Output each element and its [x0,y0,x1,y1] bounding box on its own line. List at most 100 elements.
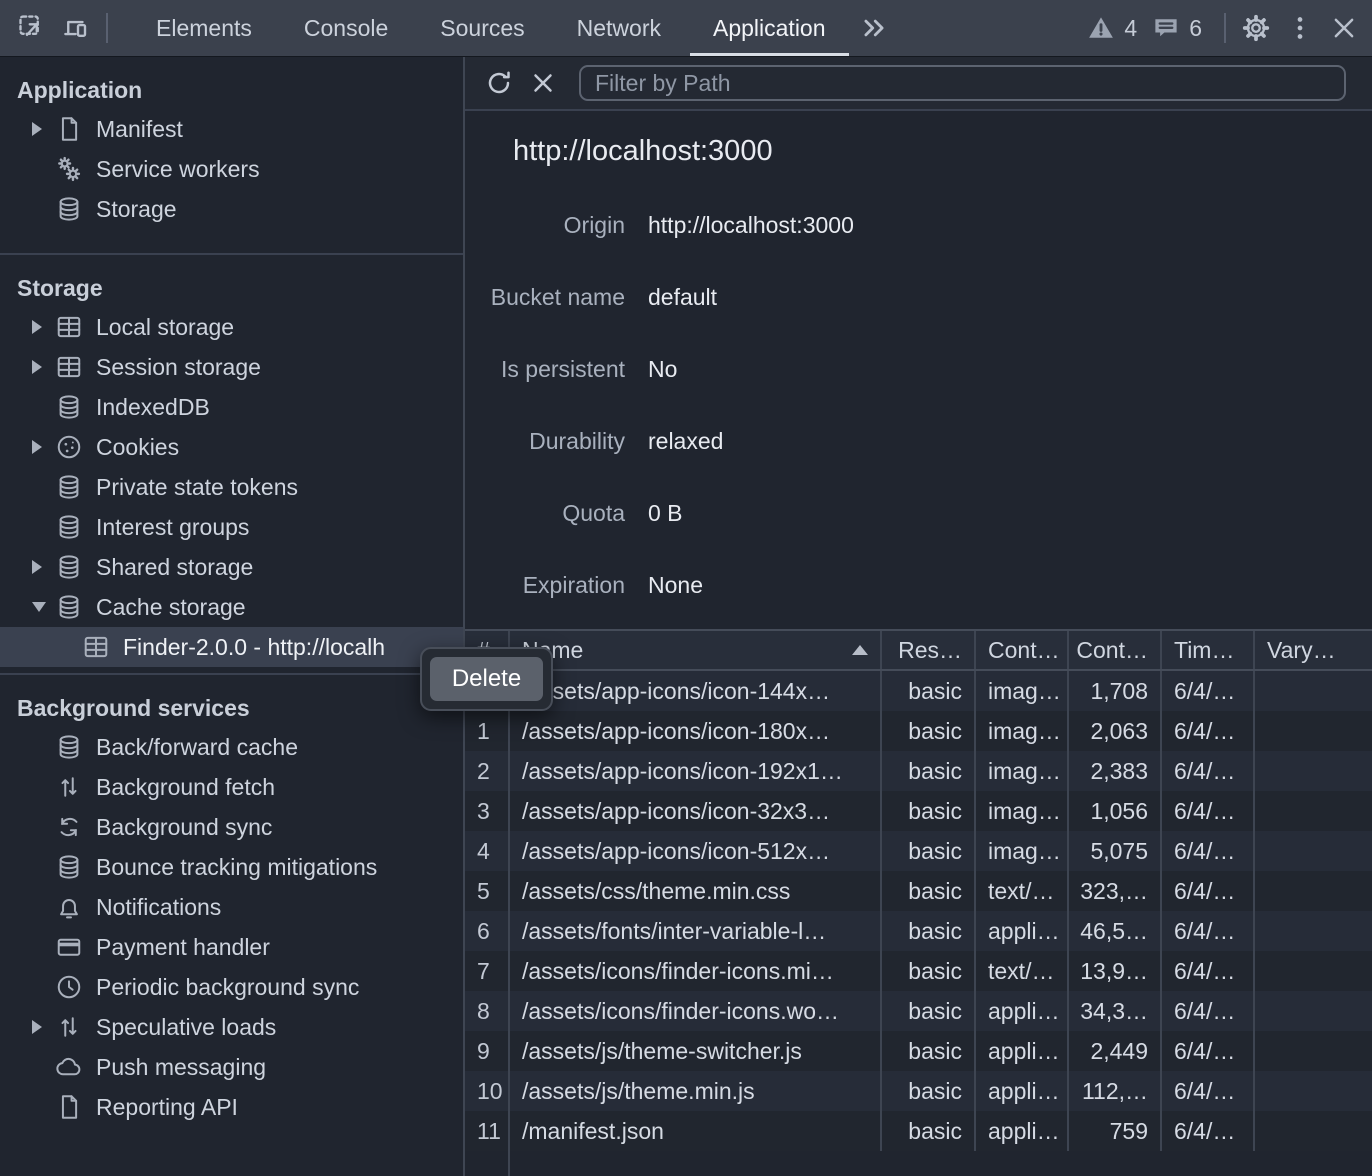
cell-res: basic [882,991,976,1031]
cache-entry-row-11[interactable]: 11/manifest.jsonbasicappli…7596/4/… [465,1111,1372,1151]
tab-network[interactable]: Network [551,0,687,56]
tab-application[interactable]: Application [687,0,852,56]
sidebar-item-periodic-background-sync[interactable]: Periodic background sync [0,967,463,1007]
expander-slot [32,602,55,612]
sidebar-item-manifest[interactable]: Manifest [0,109,463,149]
cache-entry-row-6[interactable]: 6/assets/fonts/inter-variable-l…basicapp… [465,911,1372,951]
sidebar-item-local-storage[interactable]: Local storage [0,307,463,347]
column-header-label: Cont… [1076,637,1148,664]
meta-value: None [648,572,703,599]
cell-vary [1255,791,1372,831]
cell-name: /assets/app-icons/icon-32x3… [510,791,882,831]
settings-button[interactable] [1234,4,1278,52]
meta-label: Bucket name [465,284,625,311]
cell-vary [1255,1071,1372,1111]
sidebar-item-session-storage[interactable]: Session storage [0,347,463,387]
cell-num: 4 [465,831,510,871]
tab-console[interactable]: Console [278,0,414,56]
context-menu-item-delete[interactable]: Delete [430,657,543,701]
cloud-icon [55,1053,83,1081]
clock-icon [55,973,83,1001]
cache-entry-row-5[interactable]: 5/assets/css/theme.min.cssbasictext/…323… [465,871,1372,911]
meta-value: No [648,356,677,383]
cell-res: basic [882,831,976,871]
expander-right-icon[interactable] [32,560,42,574]
sidebar-item-interest-groups[interactable]: Interest groups [0,507,463,547]
sidebar-item-push-messaging[interactable]: Push messaging [0,1047,463,1087]
cache-entry-row-0[interactable]: 0/assets/app-icons/icon-144x…basicimag…1… [465,671,1372,711]
expander-slot [32,320,55,334]
filter-by-path-input[interactable] [579,65,1346,101]
cache-entry-row-1[interactable]: 1/assets/app-icons/icon-180x…basicimag…2… [465,711,1372,751]
sidebar-item-background-sync[interactable]: Background sync [0,807,463,847]
cell-vary [1255,871,1372,911]
sync-icon [55,813,83,841]
origin-title: http://localhost:3000 [513,135,773,168]
expander-down-icon[interactable] [32,602,46,612]
more-tabs-button[interactable] [852,4,896,52]
column-header-name[interactable]: Name [510,631,882,669]
cell-name: /assets/fonts/inter-variable-l… [510,911,882,951]
refresh-button[interactable] [477,61,521,105]
expander-right-icon[interactable] [32,360,42,374]
cache-entry-row-10[interactable]: 10/assets/js/theme.min.jsbasicappli…112,… [465,1071,1372,1111]
sort-ascending-icon [852,645,868,655]
column-header-cont[interactable]: Cont… [1069,631,1162,669]
warnings-badge[interactable]: 4 [1086,13,1151,43]
cell-res: basic [882,671,976,711]
cache-entry-row-4[interactable]: 4/assets/app-icons/icon-512x…basicimag…5… [465,831,1372,871]
sidebar-item-finder-2-0-0-http-localh[interactable]: Finder-2.0.0 - http://localh [0,627,463,667]
tabbar-right-cluster: 4 6 [1086,4,1372,52]
cell-type: imag… [976,711,1069,751]
sidebar-item-reporting-api[interactable]: Reporting API [0,1087,463,1127]
inspect-icon [17,13,47,43]
sidebar-item-cookies[interactable]: Cookies [0,427,463,467]
cell-vary [1255,751,1372,791]
sidebar-item-cache-storage[interactable]: Cache storage [0,587,463,627]
cache-entry-row-8[interactable]: 8/assets/icons/finder-icons.wo…basicappl… [465,991,1372,1031]
sidebar-item-service-workers[interactable]: Service workers [0,149,463,189]
expander-right-icon[interactable] [32,1020,42,1034]
cell-num: 5 [465,871,510,911]
sidebar-item-label: Local storage [96,314,234,341]
cell-res: basic [882,871,976,911]
cache-entry-row-3[interactable]: 3/assets/app-icons/icon-32x3…basicimag…1… [465,791,1372,831]
cell-len: 323,… [1069,871,1162,911]
tab-elements[interactable]: Elements [130,0,278,56]
close-devtools-button[interactable] [1322,4,1366,52]
sidebar-item-shared-storage[interactable]: Shared storage [0,547,463,587]
console-messages-badge[interactable]: 6 [1151,13,1216,43]
sidebar-item-payment-handler[interactable]: Payment handler [0,927,463,967]
sidebar-item-background-fetch[interactable]: Background fetch [0,767,463,807]
sidebar-item-label: Interest groups [96,514,249,541]
column-header-tim[interactable]: Tim… [1162,631,1255,669]
expander-right-icon[interactable] [32,320,42,334]
cache-entry-row-9[interactable]: 9/assets/js/theme-switcher.jsbasicappli…… [465,1031,1372,1071]
column-header-cont[interactable]: Cont… [976,631,1069,669]
cell-len: 2,449 [1069,1031,1162,1071]
toolbar-divider [106,13,108,43]
sidebar-item-storage[interactable]: Storage [0,189,463,229]
clear-filter-button[interactable] [521,61,565,105]
origin-metadata: Originhttp://localhost:3000Bucket namede… [465,189,1372,621]
sidebar-item-notifications[interactable]: Notifications [0,887,463,927]
table-filler [465,1151,1372,1176]
sidebar-item-speculative-loads[interactable]: Speculative loads [0,1007,463,1047]
expander-right-icon[interactable] [32,440,42,454]
meta-value: default [648,284,717,311]
inspect-element-button[interactable] [10,4,54,52]
cache-entry-row-7[interactable]: 7/assets/icons/finder-icons.mi…basictext… [465,951,1372,991]
sidebar-item-indexeddb[interactable]: IndexedDB [0,387,463,427]
sidebar-item-label: Speculative loads [96,1014,276,1041]
tab-sources[interactable]: Sources [414,0,550,56]
cache-entry-row-2[interactable]: 2/assets/app-icons/icon-192x1…basicimag…… [465,751,1372,791]
device-toolbar-button[interactable] [54,4,98,52]
customize-devtools-button[interactable] [1278,4,1322,52]
sidebar-item-bounce-tracking-mitigations[interactable]: Bounce tracking mitigations [0,847,463,887]
expander-right-icon[interactable] [32,122,42,136]
column-header-vary[interactable]: Vary… [1255,631,1372,669]
sidebar-item-private-state-tokens[interactable]: Private state tokens [0,467,463,507]
column-header-res[interactable]: Res… [882,631,976,669]
expander-slot [32,122,55,136]
sidebar-item-back-forward-cache[interactable]: Back/forward cache [0,727,463,767]
